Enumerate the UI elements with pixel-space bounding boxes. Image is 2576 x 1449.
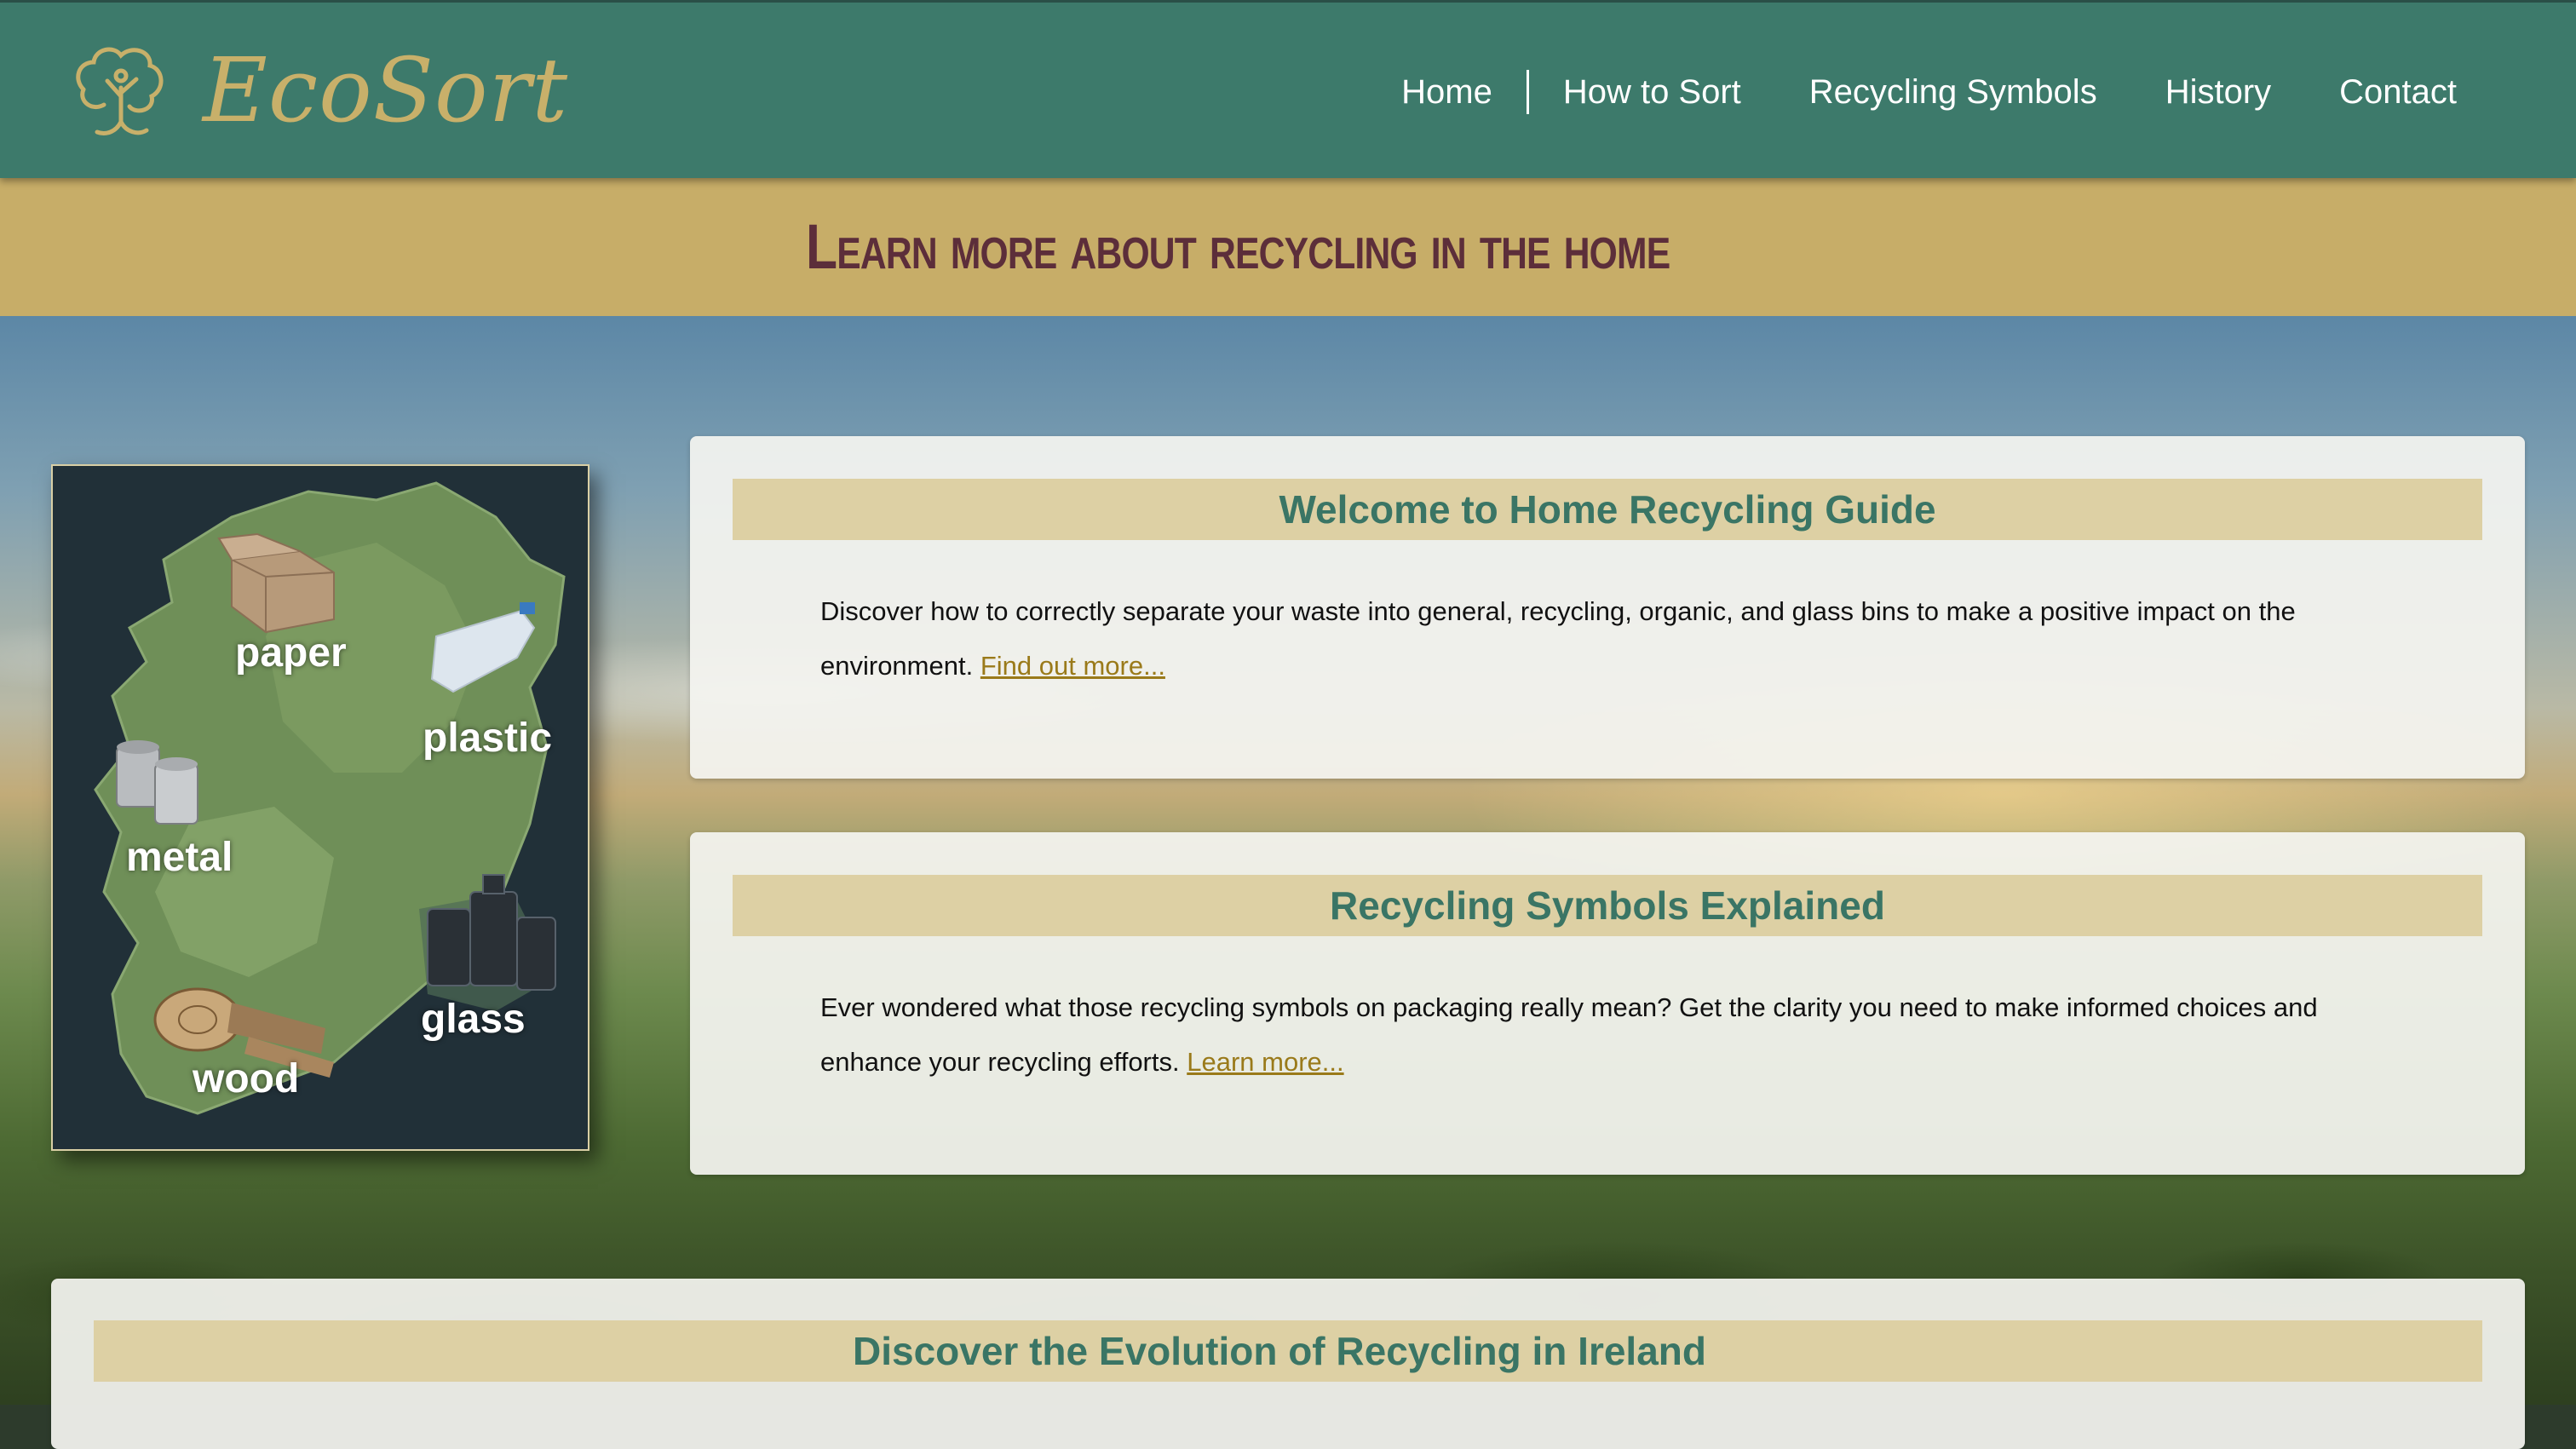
welcome-card-title-bar: Welcome to Home Recycling Guide: [733, 479, 2482, 540]
map-label-plastic: plastic: [423, 716, 553, 761]
map-label-paper: paper: [235, 630, 347, 676]
page-banner: Learn more about recycling in the home: [0, 175, 2576, 316]
ireland-map-illustration: [94, 481, 566, 1115]
map-label-wood: wood: [193, 1056, 300, 1101]
welcome-card-text: Discover how to correctly separate your …: [820, 584, 2447, 693]
welcome-card-title: Welcome to Home Recycling Guide: [1279, 487, 1936, 532]
main-nav: Home How to Sort Recycling Symbols Histo…: [1367, 55, 2491, 129]
nav-recycling-symbols[interactable]: Recycling Symbols: [1775, 55, 2131, 129]
find-out-more-link[interactable]: Find out more...: [980, 651, 1165, 681]
nav-how-to-sort[interactable]: How to Sort: [1529, 55, 1775, 129]
map-label-glass: glass: [421, 997, 526, 1042]
tree-logo-icon[interactable]: [66, 37, 177, 147]
nav-contact[interactable]: Contact: [2305, 55, 2491, 129]
page-heading: Learn more about recycling in the home: [806, 211, 1670, 282]
history-card: Discover the Evolution of Recycling in I…: [51, 1279, 2525, 1449]
history-card-title: Discover the Evolution of Recycling in I…: [853, 1329, 1706, 1373]
brand-name[interactable]: EcoSort: [203, 35, 568, 146]
ireland-recycling-map: paper plastic metal glass wood: [51, 464, 589, 1151]
learn-more-link[interactable]: Learn more...: [1187, 1047, 1343, 1077]
symbols-card-title-bar: Recycling Symbols Explained: [733, 875, 2482, 936]
site-header: EcoSort Home How to Sort Recycling Symbo…: [0, 0, 2576, 178]
map-label-metal: metal: [126, 835, 233, 880]
symbols-card-title: Recycling Symbols Explained: [1330, 883, 1885, 928]
history-card-title-bar: Discover the Evolution of Recycling in I…: [94, 1320, 2482, 1382]
symbols-card: Recycling Symbols Explained Ever wondere…: [690, 832, 2525, 1175]
nav-home[interactable]: Home: [1367, 55, 1527, 129]
nav-history[interactable]: History: [2131, 55, 2305, 129]
symbols-card-text: Ever wondered what those recycling symbo…: [820, 980, 2388, 1090]
symbols-card-description: Ever wondered what those recycling symbo…: [820, 992, 2318, 1077]
welcome-card: Welcome to Home Recycling Guide Discover…: [690, 436, 2525, 779]
